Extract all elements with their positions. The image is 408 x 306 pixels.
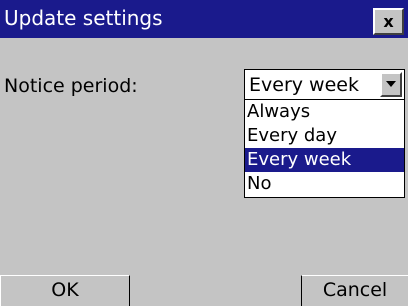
notice-period-options: Always Every day Every week No (244, 100, 405, 198)
ok-button[interactable]: OK (0, 275, 130, 306)
notice-period-value: Every week (249, 74, 359, 96)
notice-period-label: Notice period: (4, 75, 138, 97)
notice-period-select[interactable]: Every week (244, 69, 405, 100)
dropdown-arrow-icon[interactable] (380, 72, 402, 97)
cancel-button[interactable]: Cancel (301, 275, 408, 306)
close-button[interactable]: x (373, 8, 404, 35)
option-no[interactable]: No (245, 172, 404, 196)
title-bar: Update settings x (0, 0, 408, 38)
window-title: Update settings (4, 6, 163, 30)
close-icon: x (383, 12, 394, 31)
option-every-day[interactable]: Every day (245, 124, 404, 148)
option-always[interactable]: Always (245, 100, 404, 124)
option-every-week[interactable]: Every week (245, 148, 404, 172)
